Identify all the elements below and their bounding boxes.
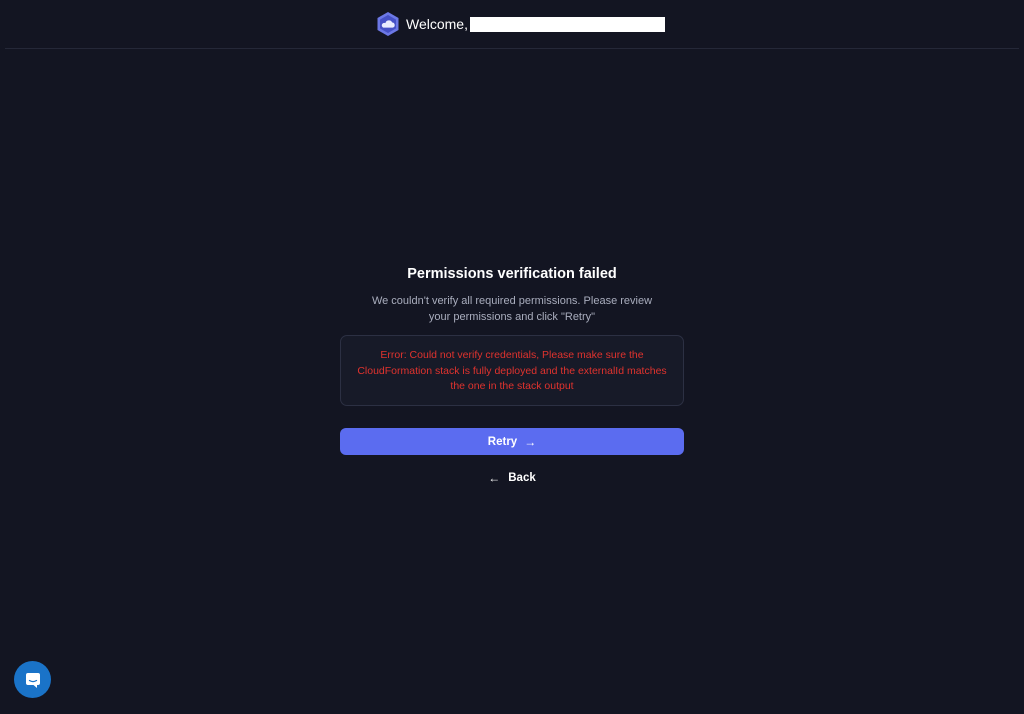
chat-bubble-icon: [25, 672, 40, 688]
retry-button[interactable]: Retry →: [340, 428, 684, 455]
chat-widget-button[interactable]: [14, 661, 51, 698]
back-label: Back: [508, 472, 536, 484]
redacted-username: [469, 16, 665, 32]
page-title: Permissions verification failed: [407, 266, 617, 282]
page-subtitle: We couldn't verify all required permissi…: [371, 295, 653, 323]
arrow-left-icon: ←: [488, 471, 501, 485]
arrow-right-icon: →: [524, 434, 537, 449]
header-divider: [5, 48, 1019, 49]
top-header: Welcome,: [0, 0, 1024, 48]
welcome-text: Welcome,: [406, 16, 468, 32]
error-message: Error: Could not verify credentials, Ple…: [357, 349, 667, 392]
retry-label: Retry: [487, 435, 518, 448]
verification-panel: Permissions verification failed We could…: [340, 262, 684, 487]
cloud-hexagon-logo-icon: [377, 12, 399, 36]
error-alert: Error: Could not verify credentials, Ple…: [340, 335, 684, 406]
back-button[interactable]: ← Back: [340, 469, 684, 487]
brand: Welcome,: [376, 11, 665, 37]
